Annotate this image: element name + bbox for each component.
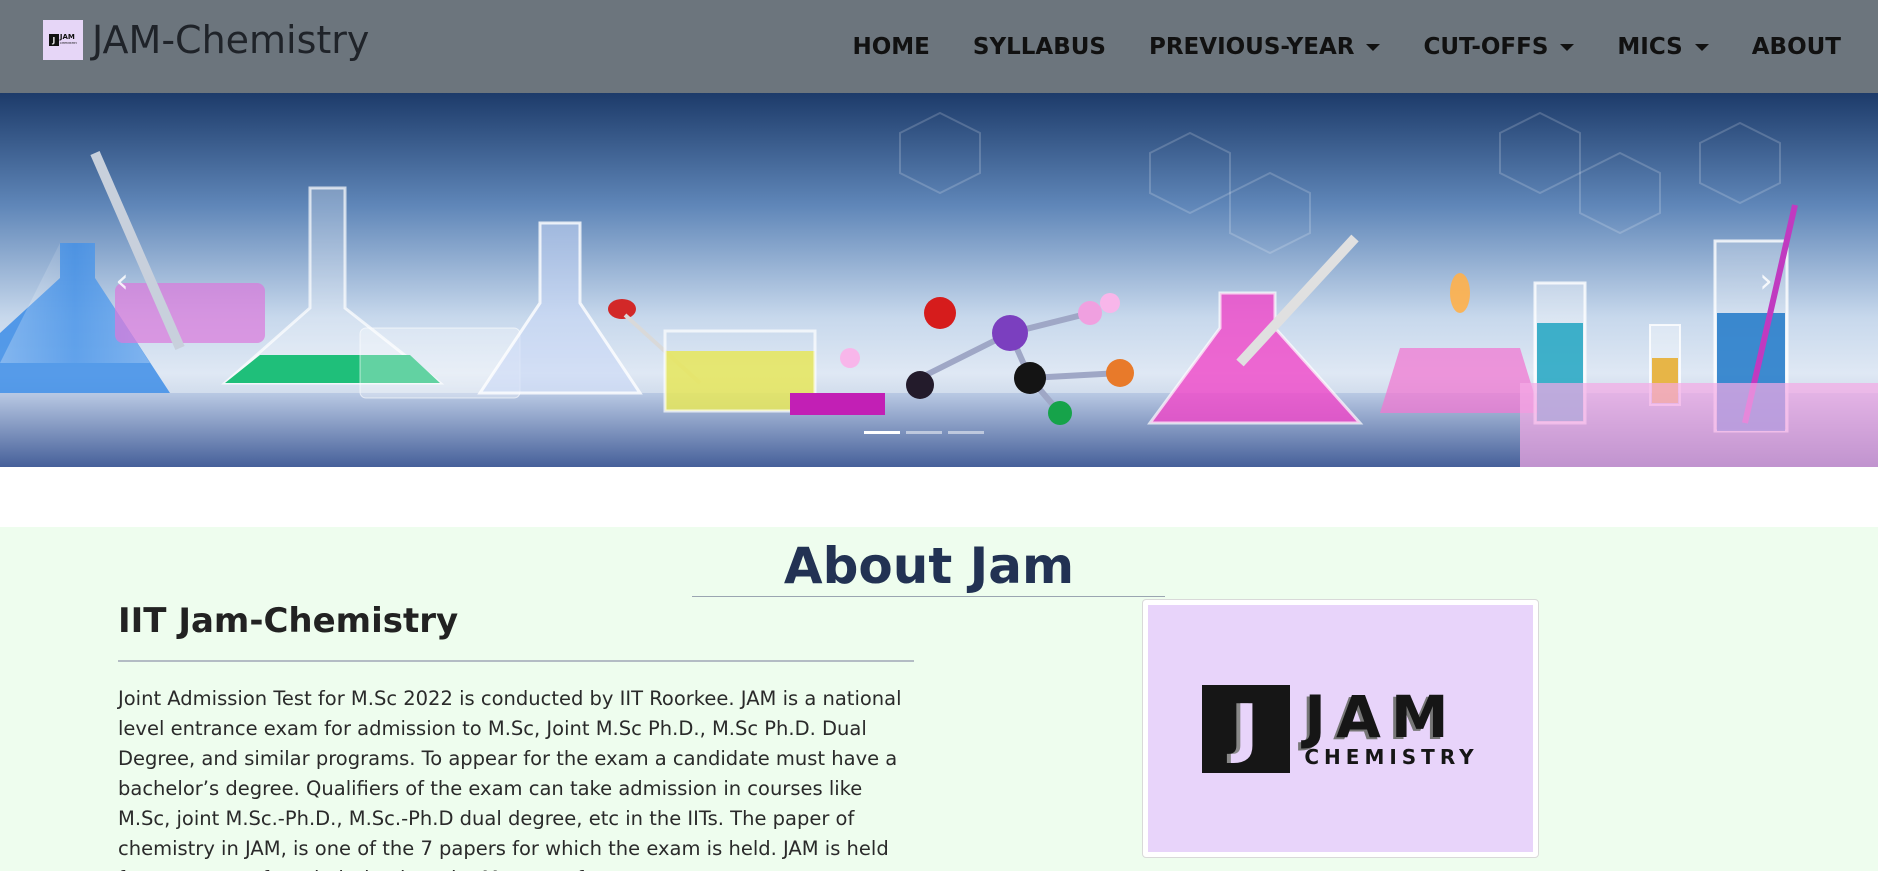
logo-letter: J xyxy=(1202,684,1291,773)
jam-chemistry-logo-image: J JAM CHEMISTRY xyxy=(1148,605,1533,852)
nav-item-cut-offs[interactable]: CUT-OFFS xyxy=(1423,33,1575,60)
logo-line1: JAM xyxy=(1304,682,1459,751)
brand-logo: J JAM CHEMISTRY xyxy=(43,20,83,60)
hero-carousel: ‹ › xyxy=(0,93,1878,467)
nav-label: MICS xyxy=(1617,33,1683,60)
logo-letter: J xyxy=(48,34,59,46)
about-subheading: IIT Jam-Chemistry xyxy=(118,601,459,641)
logo-card: J JAM CHEMISTRY xyxy=(1142,599,1539,858)
caret-down-icon xyxy=(1560,44,1575,51)
nav-item-previous-year[interactable]: PREVIOUS-YEAR xyxy=(1148,33,1381,60)
carousel-indicator[interactable] xyxy=(906,431,942,434)
nav-label: CUT-OFFS xyxy=(1423,33,1549,60)
about-paragraph: Joint Admission Test for M.Sc 2022 is co… xyxy=(118,687,902,871)
about-heading: About Jam xyxy=(783,537,1075,595)
carousel-indicators xyxy=(864,431,984,434)
nav-item-home[interactable]: HOME xyxy=(852,34,929,60)
about-section: About Jam IIT Jam-Chemistry Joint Admiss… xyxy=(0,527,1878,871)
caret-down-icon xyxy=(1366,44,1381,51)
hero-lab-glassware-image xyxy=(0,111,1878,467)
subheading-divider xyxy=(118,660,914,662)
nav-label: HOME xyxy=(852,33,930,60)
nav-menu: HOME SYLLABUS PREVIOUS-YEAR CUT-OFFS MIC… xyxy=(809,0,1841,93)
nav-label: ABOUT xyxy=(1751,33,1841,60)
carousel-prev-icon[interactable]: ‹ xyxy=(110,261,134,301)
nav-item-syllabus[interactable]: SYLLABUS xyxy=(973,34,1106,60)
caret-down-icon xyxy=(1694,44,1709,51)
carousel-indicator[interactable] xyxy=(864,431,900,434)
brand-title: JAM-Chemistry xyxy=(92,18,370,62)
about-divider xyxy=(692,596,1165,597)
logo-line2: CHEMISTRY xyxy=(59,41,78,45)
navbar: J JAM CHEMISTRY JAM-Chemistry HOME SYLLA… xyxy=(0,0,1878,93)
carousel-next-icon[interactable]: › xyxy=(1754,261,1778,301)
nav-label: PREVIOUS-YEAR xyxy=(1148,33,1355,60)
nav-label: SYLLABUS xyxy=(972,33,1106,60)
carousel-indicator[interactable] xyxy=(948,431,984,434)
logo-line2: CHEMISTRY xyxy=(1304,744,1479,769)
nav-item-about[interactable]: ABOUT xyxy=(1752,34,1841,60)
brand-link[interactable]: J JAM CHEMISTRY JAM-Chemistry xyxy=(43,18,369,62)
nav-item-mics[interactable]: MICS xyxy=(1617,33,1709,60)
